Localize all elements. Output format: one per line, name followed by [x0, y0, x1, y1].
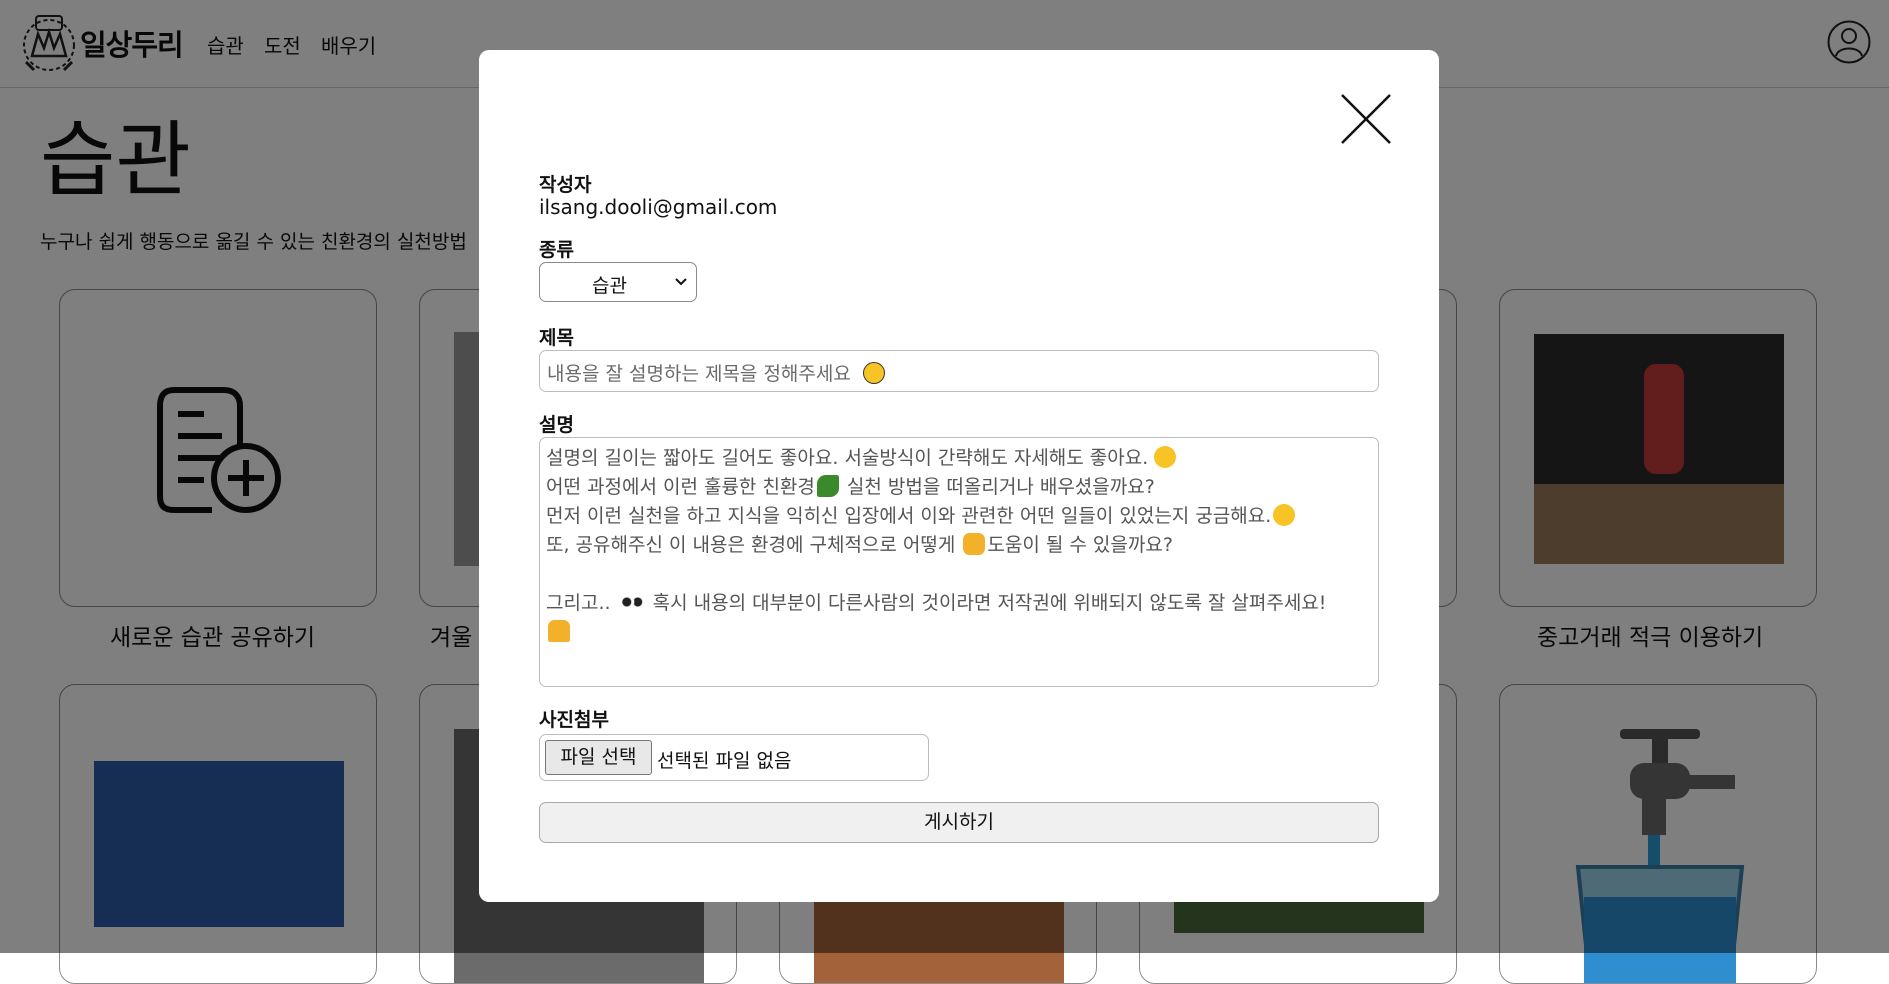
- eyes-emoji-icon: [618, 591, 645, 613]
- desc-line: 또, 공유해주신 이 내용은 환경에 구체적으로 어떻게: [546, 534, 956, 556]
- category-label: 종류: [539, 239, 574, 261]
- monocle-emoji-icon: [1273, 504, 1296, 526]
- description-textarea[interactable]: 설명의 길이는 짧아도 길어도 좋아요. 서술방식이 간략해도 자세해도 좋아요…: [539, 437, 1379, 687]
- leaf-emoji-icon: [816, 475, 839, 497]
- title-input[interactable]: 내용을 잘 설명하는 제목을 정해주세요: [539, 350, 1379, 392]
- file-status: 선택된 파일 없음: [657, 750, 792, 772]
- close-icon[interactable]: [1341, 94, 1391, 144]
- category-select[interactable]: 습관: [539, 262, 697, 302]
- submit-button[interactable]: 게시하기: [539, 802, 1379, 843]
- folded-hands-emoji-icon: [548, 620, 570, 642]
- title-label: 제목: [539, 327, 574, 349]
- flexed-biceps-emoji-icon: [963, 533, 986, 555]
- photo-file-input[interactable]: 파일 선택 선택된 파일 없음: [539, 734, 929, 781]
- post-modal: 작성자 ilsang.dooli@gmail.com 종류 습관 제목 내용을 …: [479, 50, 1439, 902]
- description-label: 설명: [539, 414, 574, 436]
- wink-emoji-icon: [1154, 446, 1177, 468]
- desc-line: 실천 방법을 떠올리거나 배우셨을까요?: [840, 476, 1155, 498]
- desc-line: 어떤 과정에서 이런 훌륭한 친환경: [546, 476, 815, 498]
- chevron-down-icon: [675, 278, 687, 286]
- author-label: 작성자: [539, 174, 592, 196]
- desc-line: 도움이 될 수 있을까요?: [987, 534, 1173, 556]
- photo-label: 사진첨부: [539, 709, 609, 731]
- category-selected-value: 습관: [592, 275, 627, 297]
- desc-line: 먼저 이런 실천을 하고 지식을 익히신 입장에서 이와 관련한 어떤 일들이 …: [546, 505, 1272, 527]
- author-value: ilsang.dooli@gmail.com: [539, 195, 778, 219]
- desc-line: 혹시 내용의 대부분이 다른사람의 것이라면 저작권에 위배되지 않도록 잘 살…: [646, 592, 1327, 614]
- choose-file-button[interactable]: 파일 선택: [545, 740, 652, 775]
- desc-line: 그리고..: [546, 592, 611, 614]
- desc-line: 설명의 길이는 짧아도 길어도 좋아요. 서술방식이 간략해도 자세해도 좋아요…: [546, 447, 1149, 469]
- title-placeholder: 내용을 잘 설명하는 제목을 정해주세요: [547, 363, 851, 385]
- smiley-emoji-icon: [862, 362, 885, 384]
